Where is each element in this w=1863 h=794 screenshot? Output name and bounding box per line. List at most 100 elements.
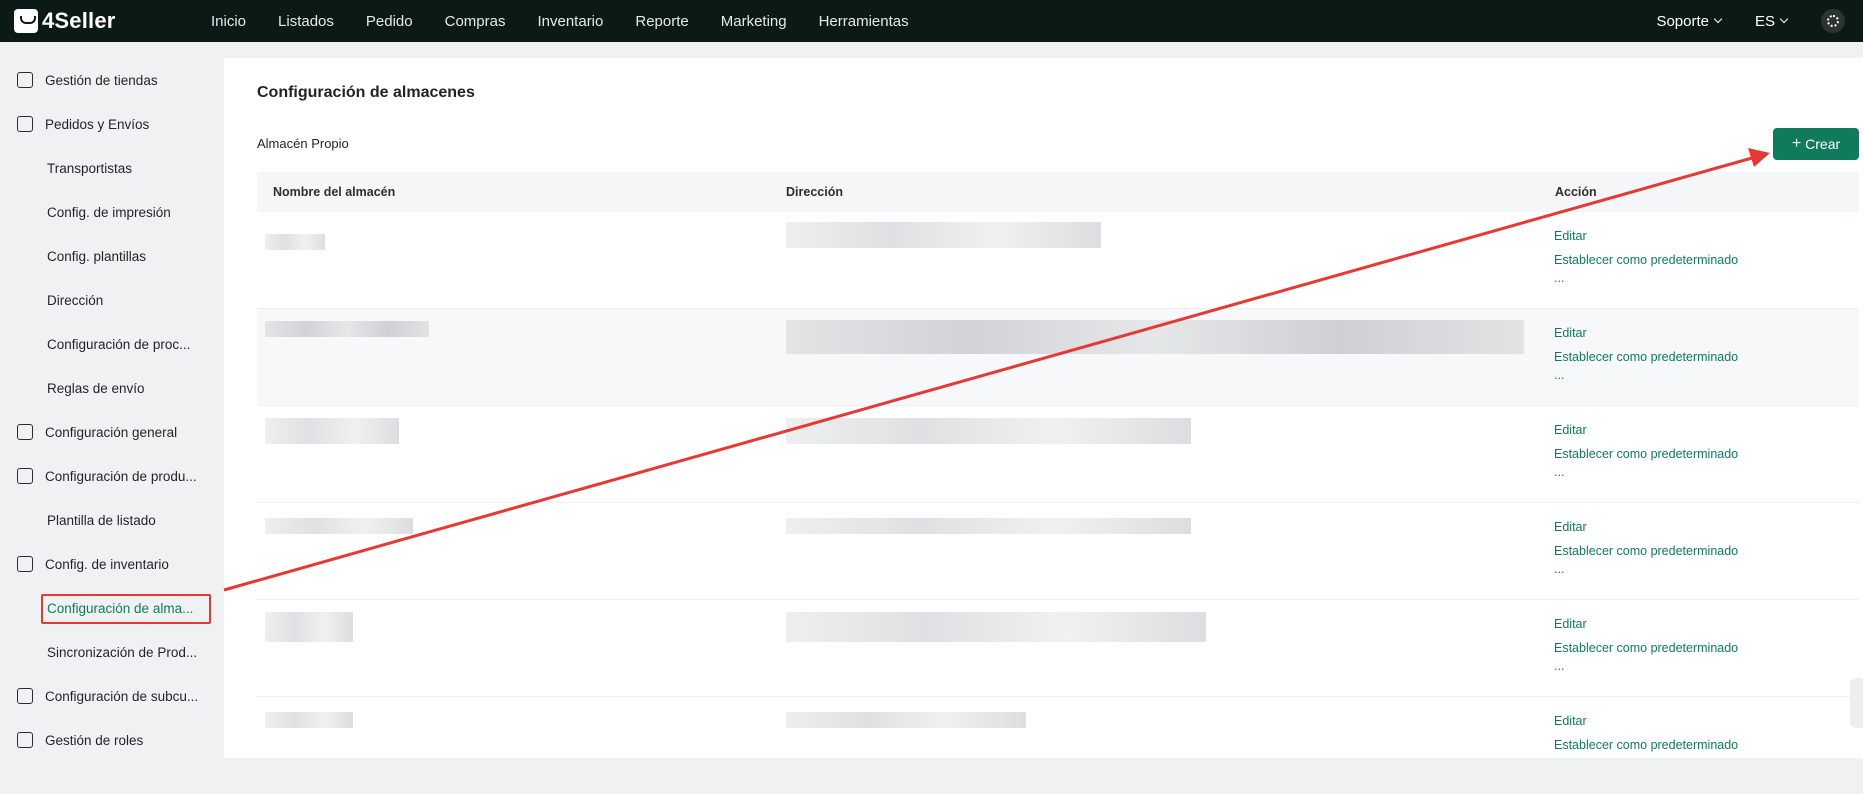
nav-listados[interactable]: Listados xyxy=(278,13,334,30)
sidebar-item-label: Configuración general xyxy=(45,424,178,440)
sidebar-item-gestion-roles[interactable]: Gestión de roles xyxy=(0,725,224,755)
more-actions-link[interactable]: ... xyxy=(1554,562,1564,576)
sidebar-item-config-procesamiento[interactable]: Configuración de proc... xyxy=(0,329,224,359)
table-row: Editar Establecer como predeterminado xyxy=(257,697,1859,794)
more-actions-link[interactable]: ... xyxy=(1554,271,1564,285)
set-default-link[interactable]: Establecer como predeterminado xyxy=(1554,544,1738,558)
nav-reporte[interactable]: Reporte xyxy=(635,13,688,30)
redacted-address xyxy=(786,712,1026,728)
column-header-address: Dirección xyxy=(786,185,843,199)
section-label: Almacén Propio xyxy=(257,136,349,151)
more-actions-link[interactable]: ... xyxy=(1554,368,1564,382)
settings-gear-icon[interactable] xyxy=(1821,9,1845,33)
redacted-warehouse-name xyxy=(265,612,353,642)
highlight-box xyxy=(41,594,211,624)
sidebar-item-sincronizacion-productos[interactable]: Sincronización de Prod... xyxy=(0,637,224,667)
redacted-warehouse-name xyxy=(265,234,325,250)
warehouse-table: Nombre del almacén Dirección Acción Edit… xyxy=(257,172,1859,752)
box-upload-icon xyxy=(17,468,33,484)
edit-link[interactable]: Editar xyxy=(1554,229,1587,243)
logo[interactable]: 4Seller xyxy=(14,8,194,34)
more-actions-link[interactable]: ... xyxy=(1554,465,1564,479)
set-default-link[interactable]: Establecer como predeterminado xyxy=(1554,253,1738,267)
table-header: Nombre del almacén Dirección Acción xyxy=(257,172,1859,212)
sidebar-item-label: Configuración de proc... xyxy=(47,336,191,352)
edit-link[interactable]: Editar xyxy=(1554,423,1587,437)
sidebar-item-config-productos[interactable]: Configuración de produ... xyxy=(0,461,224,491)
nav-pedido[interactable]: Pedido xyxy=(366,13,413,30)
edit-link[interactable]: Editar xyxy=(1554,520,1587,534)
edit-link[interactable]: Editar xyxy=(1554,326,1587,340)
sidebar-item-config-general[interactable]: Configuración general xyxy=(0,417,224,447)
set-default-link[interactable]: Establecer como predeterminado xyxy=(1554,350,1738,364)
store-icon xyxy=(17,72,33,88)
sidebar-item-label: Config. plantillas xyxy=(47,248,147,264)
sidebar-item-pedidos-envios[interactable]: Pedidos y Envíos xyxy=(0,109,224,139)
table-row: Editar Establecer como predeterminado ..… xyxy=(257,503,1859,600)
sidebar-item-label: Pedidos y Envíos xyxy=(45,116,150,132)
top-right-menu: Soporte ES xyxy=(1656,9,1845,33)
redacted-warehouse-name xyxy=(265,418,399,444)
user-icon xyxy=(17,732,33,748)
edit-link[interactable]: Editar xyxy=(1554,714,1587,728)
create-button[interactable]: + Crear xyxy=(1773,128,1859,160)
language-dropdown[interactable]: ES xyxy=(1754,12,1789,30)
sidebar-item-label: Reglas de envío xyxy=(47,380,145,396)
chevron-down-icon xyxy=(1713,14,1723,24)
support-dropdown[interactable]: Soporte xyxy=(1656,13,1723,30)
warehouse-icon xyxy=(17,556,33,572)
column-header-action: Acción xyxy=(1555,185,1597,199)
logo-text: 4Seller xyxy=(42,8,116,33)
create-button-label: Crear xyxy=(1805,136,1841,152)
table-row: Editar Establecer como predeterminado ..… xyxy=(257,212,1859,309)
sidebar-item-label: Config. de impresión xyxy=(47,204,171,220)
redacted-warehouse-name xyxy=(265,321,429,337)
table-row: Editar Establecer como predeterminado ..… xyxy=(257,309,1859,406)
sidebar-item-transportistas[interactable]: Transportistas xyxy=(0,153,224,183)
sidebar-item-gestion-tiendas[interactable]: Gestión de tiendas xyxy=(0,65,224,95)
nav-inventario[interactable]: Inventario xyxy=(537,13,603,30)
sidebar-item-label: Config. de inventario xyxy=(45,556,169,572)
sidebar-item-plantilla-listado[interactable]: Plantilla de listado xyxy=(0,505,224,535)
redacted-address xyxy=(786,518,1191,534)
plus-icon: + xyxy=(1791,135,1802,152)
scroll-handle[interactable] xyxy=(1850,678,1863,728)
set-default-link[interactable]: Establecer como predeterminado xyxy=(1554,641,1738,655)
nav-herramientas[interactable]: Herramientas xyxy=(819,13,909,30)
edit-link[interactable]: Editar xyxy=(1554,617,1587,631)
sidebar-item-label: Gestión de tiendas xyxy=(45,72,158,88)
sidebar-item-config-inventario[interactable]: Config. de inventario xyxy=(0,549,224,579)
column-header-name: Nombre del almacén xyxy=(273,185,396,199)
redacted-address xyxy=(786,222,1101,248)
id-badge-icon xyxy=(17,688,33,704)
main-content: Configuración de almacenes Almacén Propi… xyxy=(224,58,1863,758)
sidebar-item-reglas-envio[interactable]: Reglas de envío xyxy=(0,373,224,403)
chevron-down-icon xyxy=(1779,14,1789,24)
main-nav: Inicio Listados Pedido Compras Inventari… xyxy=(211,13,941,30)
set-default-link[interactable]: Establecer como predeterminado xyxy=(1554,738,1738,752)
printer-icon xyxy=(17,424,33,440)
sidebar-item-label: Plantilla de listado xyxy=(47,512,156,528)
redacted-warehouse-name xyxy=(265,712,353,728)
page-title: Configuración de almacenes xyxy=(257,84,475,101)
redacted-warehouse-name xyxy=(265,518,413,534)
sidebar-item-label: Gestión de roles xyxy=(45,732,144,748)
sidebar-item-config-plantillas[interactable]: Config. plantillas xyxy=(0,241,224,271)
sidebar-item-config-impresion[interactable]: Config. de impresión xyxy=(0,197,224,227)
table-row: Editar Establecer como predeterminado ..… xyxy=(257,600,1859,697)
nav-marketing[interactable]: Marketing xyxy=(721,13,787,30)
sidebar-item-label: Configuración de subcu... xyxy=(45,688,199,704)
redacted-address xyxy=(786,320,1524,354)
sidebar-item-label: Dirección xyxy=(47,292,104,308)
nav-compras[interactable]: Compras xyxy=(445,13,506,30)
more-actions-link[interactable]: ... xyxy=(1554,659,1564,673)
sidebar-item-label: Transportistas xyxy=(47,160,133,176)
top-navigation-bar: 4Seller Inicio Listados Pedido Compras I… xyxy=(0,0,1863,42)
sidebar-item-config-subcuentas[interactable]: Configuración de subcu... xyxy=(0,681,224,711)
set-default-link[interactable]: Establecer como predeterminado xyxy=(1554,447,1738,461)
language-label: ES xyxy=(1754,12,1775,30)
nav-inicio[interactable]: Inicio xyxy=(211,13,246,30)
table-row: Editar Establecer como predeterminado ..… xyxy=(257,406,1859,503)
sidebar-item-direccion[interactable]: Dirección xyxy=(0,285,224,315)
clipboard-icon xyxy=(17,116,33,132)
